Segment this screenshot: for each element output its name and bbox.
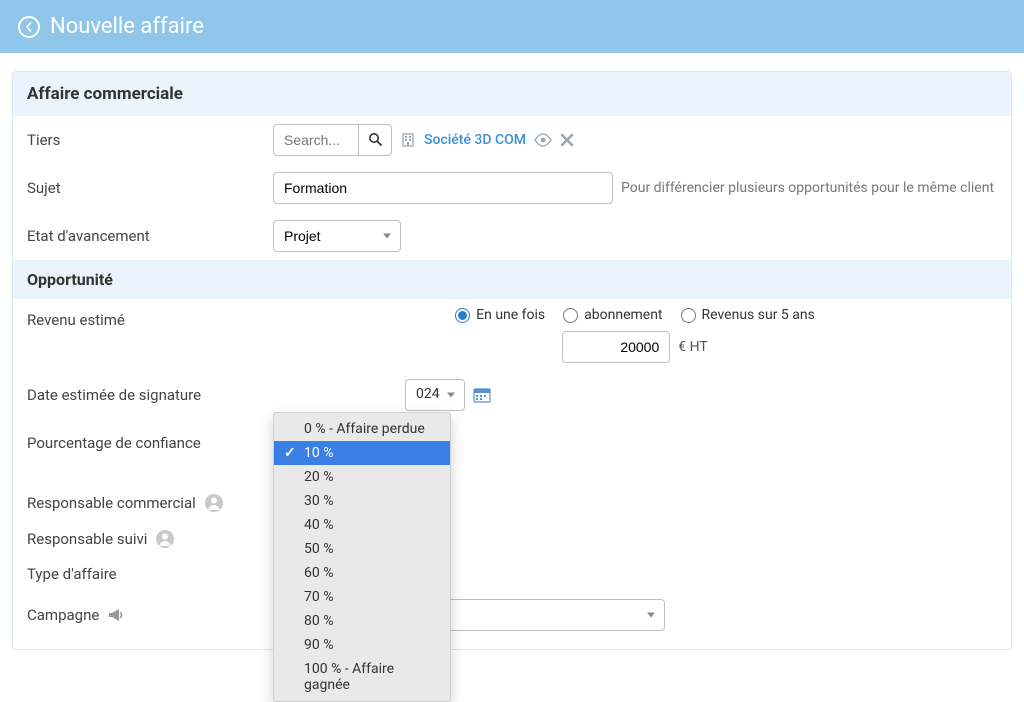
date-year-select[interactable]: 024	[405, 379, 465, 411]
close-icon[interactable]	[560, 133, 574, 147]
tiers-company-link[interactable]: Société 3D COM	[424, 132, 526, 148]
eye-icon[interactable]	[534, 133, 552, 147]
page-header: Nouvelle affaire	[0, 0, 1024, 53]
confidence-option[interactable]: 60 %	[274, 561, 450, 585]
revenu-currency: € HT	[678, 339, 707, 355]
row-sujet: Sujet Pour différencier plusieurs opport…	[13, 164, 1011, 212]
confidence-option[interactable]: 30 %	[274, 489, 450, 513]
confidence-option[interactable]: 80 %	[274, 609, 450, 633]
radio-abo-input[interactable]	[563, 308, 578, 323]
row-campagne: Campagne	[13, 591, 1011, 639]
row-revenu: Revenu estimé En une fois abonnement Rev…	[13, 299, 1011, 371]
avatar-icon	[204, 493, 224, 513]
confidence-option[interactable]: 0 % - Affaire perdue	[274, 417, 450, 441]
confidence-option[interactable]: 100 % - Affaire gagnée	[274, 657, 450, 697]
sujet-input[interactable]	[273, 172, 613, 204]
confidence-dropdown[interactable]: 0 % - Affaire perdue10 %20 %30 %40 %50 %…	[273, 412, 451, 702]
row-resp-suivi: Responsable suivi	[13, 521, 1011, 557]
radio-five-label: Revenus sur 5 ans	[702, 307, 815, 323]
revenu-radio-group: En une fois abonnement Revenus sur 5 ans	[455, 307, 815, 323]
row-type-affaire: Type d'affaire	[13, 557, 1011, 591]
radio-five-input[interactable]	[681, 308, 696, 323]
radio-once[interactable]: En une fois	[455, 307, 545, 323]
row-date-sig: Date estimée de signature 024	[13, 371, 1011, 419]
label-sujet: Sujet	[27, 179, 263, 197]
revenu-amount-input[interactable]	[562, 331, 670, 363]
label-confiance: Pourcentage de confiance	[27, 434, 263, 452]
etat-select[interactable]: Projet	[273, 220, 401, 252]
radio-abo-label: abonnement	[584, 307, 662, 323]
row-confiance: Pourcentage de confiance 0 % - Affaire p…	[13, 419, 1011, 467]
back-icon[interactable]	[18, 16, 40, 38]
calendar-icon[interactable]	[473, 387, 491, 403]
tiers-search-button[interactable]	[359, 124, 392, 156]
label-tiers: Tiers	[27, 131, 263, 149]
bullhorn-icon	[107, 607, 125, 623]
search-icon	[367, 131, 383, 150]
row-etat: Etat d'avancement Projet	[13, 212, 1011, 260]
date-year-select-wrap: 024	[405, 379, 465, 411]
sujet-hint: Pour différencier plusieurs opportunités…	[621, 180, 994, 196]
row-tiers: Tiers Société 3D COM	[13, 116, 1011, 164]
tiers-search-group	[273, 124, 392, 156]
label-revenu: Revenu estimé	[27, 307, 263, 329]
row-resp-com: Responsable commercial	[13, 485, 1011, 521]
form-panel: Affaire commerciale Tiers Société 3D COM	[12, 71, 1012, 650]
radio-once-input[interactable]	[455, 308, 470, 323]
tiers-search-input[interactable]	[273, 124, 359, 156]
page-title: Nouvelle affaire	[50, 14, 204, 39]
etat-select-wrap: Projet	[273, 220, 401, 252]
label-type-affaire: Type d'affaire	[27, 565, 263, 583]
radio-five[interactable]: Revenus sur 5 ans	[681, 307, 815, 323]
confidence-option[interactable]: 70 %	[274, 585, 450, 609]
confidence-option[interactable]: 20 %	[274, 465, 450, 489]
avatar-icon-2	[155, 529, 175, 549]
confidence-option[interactable]: 10 %	[274, 441, 450, 465]
building-icon	[400, 132, 416, 148]
section-affaire-title: Affaire commerciale	[13, 72, 1011, 116]
label-campagne: Campagne	[27, 606, 99, 624]
label-resp-com: Responsable commercial	[27, 494, 196, 512]
confidence-option[interactable]: 40 %	[274, 513, 450, 537]
label-etat: Etat d'avancement	[27, 227, 263, 245]
confidence-option[interactable]: 90 %	[274, 633, 450, 657]
confidence-option[interactable]: 50 %	[274, 537, 450, 561]
label-date-sig: Date estimée de signature	[27, 386, 263, 404]
radio-once-label: En une fois	[476, 307, 545, 323]
label-resp-suivi: Responsable suivi	[27, 530, 147, 548]
radio-abo[interactable]: abonnement	[563, 307, 662, 323]
section-opportunite-title: Opportunité	[13, 260, 1011, 299]
